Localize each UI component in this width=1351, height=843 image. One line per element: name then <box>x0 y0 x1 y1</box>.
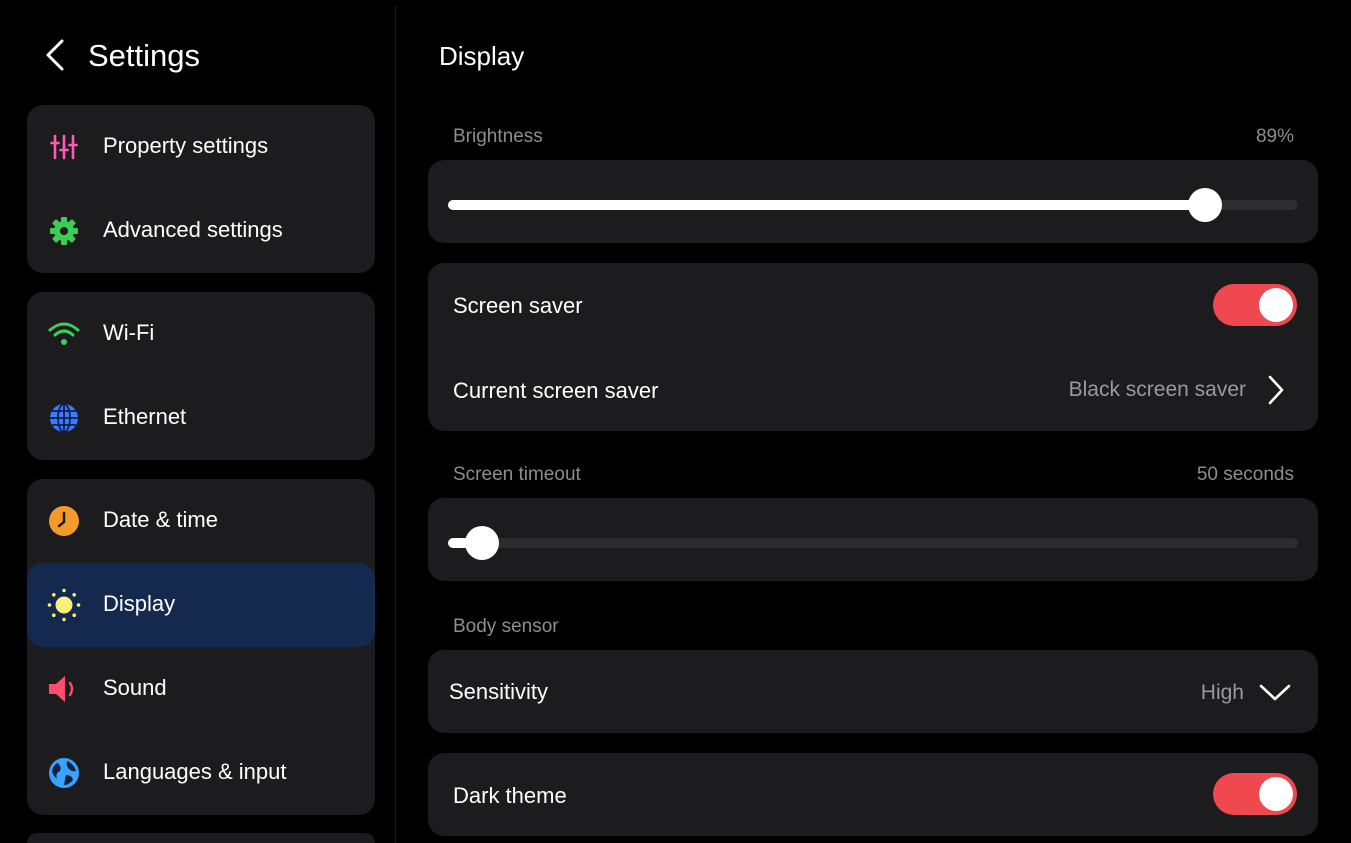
dark-theme-label: Dark theme <box>453 783 567 808</box>
sidebar-item-date-time[interactable]: Date & time <box>27 479 375 563</box>
sensitivity-value[interactable]: High <box>1201 681 1244 705</box>
screen-saver-label: Screen saver <box>453 293 583 318</box>
sidebar-item-label: Display <box>103 591 176 616</box>
sidebar-item-ethernet[interactable]: Ethernet <box>27 376 375 460</box>
sensitivity-card[interactable]: Sensitivity High <box>428 650 1318 733</box>
sidebar-item-label: Sound <box>103 675 167 700</box>
sidebar-item-label: Languages & input <box>103 759 287 784</box>
chevron-left-icon <box>46 39 64 71</box>
earth-icon <box>47 756 81 790</box>
toggle-knob <box>1259 777 1293 811</box>
dark-theme-card: Dark theme <box>428 753 1318 836</box>
sidebar-item-advanced-settings[interactable]: Advanced settings <box>27 189 375 273</box>
sidebar-group-general: Property settings Advanced settings <box>27 105 375 273</box>
body-sensor-section-label: Body sensor <box>453 616 559 637</box>
current-screen-saver-value[interactable]: Black screen saver <box>1069 378 1246 402</box>
page-title: Display <box>439 41 525 71</box>
screen-timeout-card <box>428 498 1318 581</box>
chevron-right-icon[interactable] <box>1266 374 1286 406</box>
screen-timeout-slider-thumb[interactable] <box>465 526 499 560</box>
clock-icon <box>47 504 81 538</box>
sidebar-item-display[interactable]: Display <box>27 563 375 647</box>
toggle-knob <box>1259 288 1293 322</box>
brightness-slider-fill <box>448 200 1205 210</box>
sidebar-item-sound[interactable]: Sound <box>27 647 375 731</box>
sidebar-group-network: Wi-Fi Ethernet <box>27 292 375 460</box>
sidebar-item-label: Advanced settings <box>103 217 283 242</box>
sun-icon <box>47 588 81 622</box>
sidebar-group-device: Date & time Display Sound Languages & in… <box>27 479 375 815</box>
speaker-icon <box>47 672 81 706</box>
wifi-icon <box>47 317 81 351</box>
sidebar-item-label: Date & time <box>103 507 218 532</box>
globe-grid-icon <box>47 401 81 435</box>
sidebar-item-label: Ethernet <box>103 404 187 429</box>
brightness-slider-thumb[interactable] <box>1187 188 1222 222</box>
back-button[interactable] <box>40 38 70 72</box>
brightness-card <box>428 160 1318 243</box>
brightness-value: 89% <box>1255 126 1294 147</box>
chevron-down-icon[interactable] <box>1258 683 1292 703</box>
screen-timeout-label: Screen timeout <box>453 464 581 485</box>
sidebar-title: Settings <box>88 38 201 73</box>
sidebar-item-label: Wi-Fi <box>103 320 155 345</box>
sidebar-item-languages-input[interactable]: Languages & input <box>27 731 375 815</box>
sidebar-group-more <box>27 833 375 843</box>
brightness-label: Brightness <box>453 126 543 147</box>
sliders-icon <box>47 130 81 164</box>
current-screen-saver-label[interactable]: Current screen saver <box>453 378 658 404</box>
dark-theme-toggle[interactable] <box>1213 773 1297 815</box>
brightness-slider[interactable] <box>448 188 1298 222</box>
screen-timeout-slider[interactable] <box>448 526 1298 560</box>
sidebar-item-wifi[interactable]: Wi-Fi <box>27 292 375 376</box>
gear-icon <box>47 214 81 248</box>
sidebar-item-property-settings[interactable]: Property settings <box>27 105 375 189</box>
sensitivity-label: Sensitivity <box>449 679 549 704</box>
screen-timeout-value: 50 seconds <box>1196 464 1294 485</box>
screen-saver-card: Screen saver Current screen saver Black … <box>428 263 1318 431</box>
pane-divider <box>395 6 396 843</box>
sidebar-item-label: Property settings <box>103 133 269 158</box>
screen-saver-toggle[interactable] <box>1213 284 1297 326</box>
